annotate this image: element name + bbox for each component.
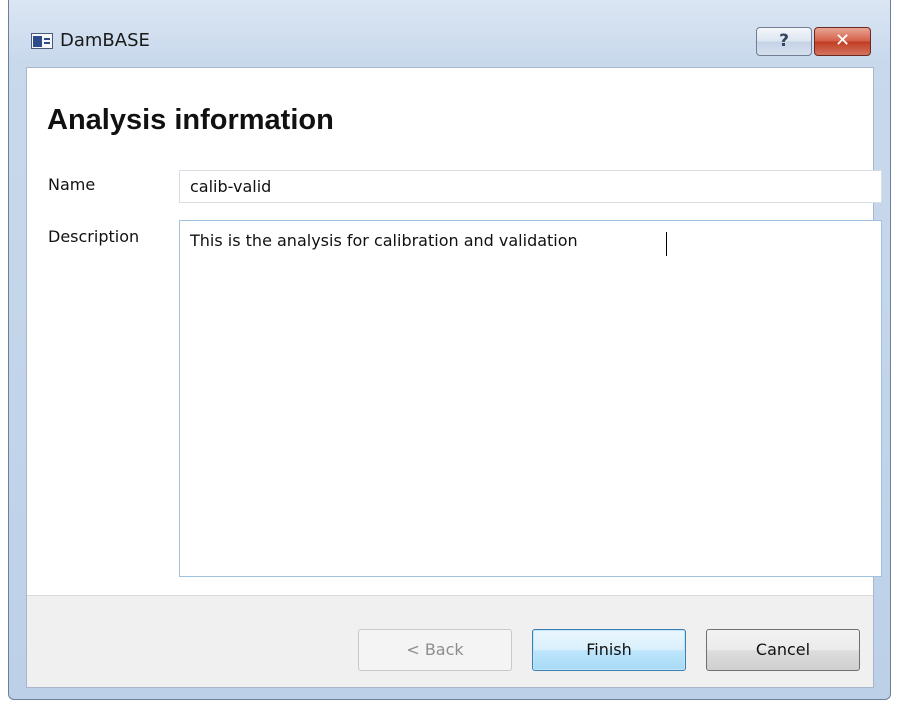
question-mark-icon: ? [779, 31, 789, 51]
title-bar[interactable]: DamBASE ? ✕ [9, 0, 890, 60]
finish-button[interactable]: Finish [532, 629, 686, 671]
page-title: Analysis information [47, 104, 334, 136]
help-button[interactable]: ? [756, 27, 812, 56]
description-label: Description [48, 227, 140, 246]
button-bar: < Back Finish Cancel [27, 595, 873, 687]
cancel-button[interactable]: Cancel [706, 629, 860, 671]
name-label: Name [48, 175, 96, 194]
dialog-window: DamBASE ? ✕ Analysis information Name De… [8, 0, 891, 700]
text-caret [666, 232, 667, 256]
dialog-content: Analysis information Name Description Th… [26, 67, 882, 688]
back-button[interactable]: < Back [358, 629, 512, 671]
close-button[interactable]: ✕ [814, 27, 871, 56]
app-window-icon [31, 33, 53, 49]
close-x-icon: ✕ [834, 30, 851, 51]
name-input[interactable] [179, 170, 882, 203]
window-title: DamBASE [60, 30, 150, 51]
description-textarea[interactable]: This is the analysis for calibration and… [179, 220, 882, 577]
